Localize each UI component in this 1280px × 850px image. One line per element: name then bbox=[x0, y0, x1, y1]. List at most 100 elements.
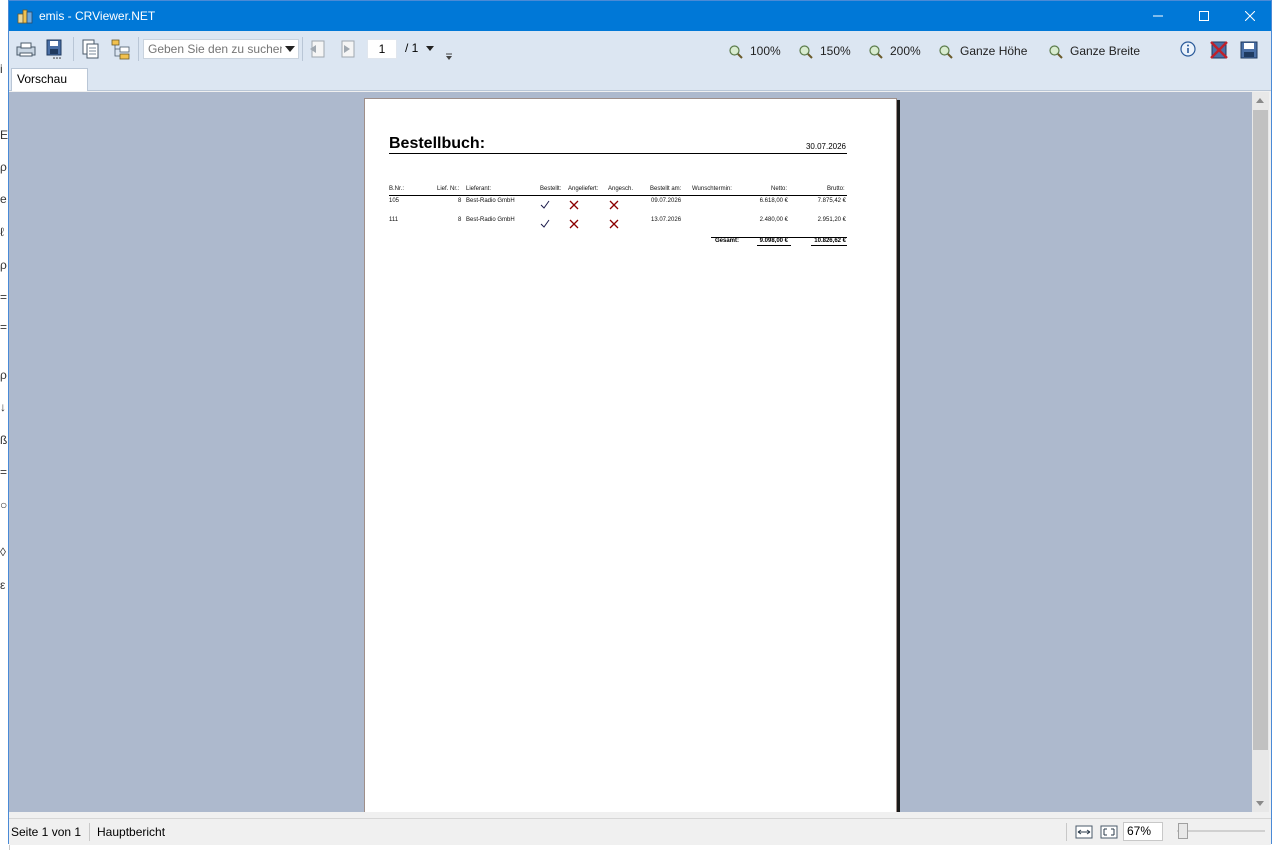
maximize-icon bbox=[1199, 11, 1209, 21]
close-icon bbox=[1245, 11, 1255, 21]
row-1-bestellt-am: 09.07.2026 bbox=[651, 198, 682, 204]
cross-icon bbox=[609, 219, 619, 229]
zoom-full-height-button[interactable]: Ganze Höhe bbox=[938, 43, 1038, 59]
check-icon bbox=[540, 200, 550, 209]
export-icon[interactable] bbox=[44, 38, 66, 60]
status-separator bbox=[89, 823, 90, 841]
scroll-down-icon[interactable] bbox=[1256, 801, 1264, 806]
zoom-full-width-label: Ganze Breite bbox=[1070, 44, 1141, 58]
group-tree-icon[interactable] bbox=[110, 38, 132, 60]
tab-strip: Vorschau bbox=[9, 68, 1271, 91]
chevron-down-icon[interactable] bbox=[285, 46, 295, 52]
zoom-slider-track[interactable] bbox=[1177, 830, 1265, 832]
save-icon[interactable] bbox=[1239, 40, 1259, 60]
printer-icon[interactable] bbox=[15, 38, 37, 60]
title-underline bbox=[389, 153, 847, 154]
page-number-input[interactable]: 1 bbox=[367, 39, 397, 59]
column-header-wunschtermin: Wunschtermin: bbox=[692, 186, 732, 192]
status-bar: Seite 1 von 1 Hauptbericht 67% bbox=[9, 818, 1271, 845]
column-header-liefnr: Lief. Nr.: bbox=[437, 186, 460, 192]
report-page: Bestellbuch: 30.07.2026 B.Nr.: Lief. Nr.… bbox=[364, 98, 897, 812]
status-separator bbox=[1066, 823, 1067, 841]
magnifier-icon bbox=[729, 45, 743, 59]
zoom-percentage-field[interactable]: 67% bbox=[1123, 822, 1163, 841]
zoom-100-label: 100% bbox=[750, 44, 781, 58]
close-report-icon[interactable] bbox=[1209, 40, 1229, 60]
search-combobox[interactable] bbox=[143, 39, 299, 59]
zoom-200-label: 200% bbox=[890, 44, 921, 58]
search-input[interactable] bbox=[144, 40, 282, 58]
row-2-netto: 2.480,00 € bbox=[759, 217, 788, 223]
toolbar-separator bbox=[73, 37, 74, 61]
close-button[interactable] bbox=[1227, 1, 1273, 31]
check-icon bbox=[540, 219, 550, 228]
column-header-bnr: B.Nr.: bbox=[389, 186, 405, 192]
scroll-up-icon[interactable] bbox=[1256, 98, 1264, 103]
row-2-bnr: 111 bbox=[389, 217, 399, 223]
column-header-brutto: Brutto: bbox=[827, 186, 845, 192]
toolbar-separator bbox=[138, 37, 139, 61]
row-2-lieferant: Best-Radio GmbH bbox=[466, 217, 515, 223]
column-header-angeliefert: Angeliefert: bbox=[568, 186, 599, 192]
fit-width-icon[interactable] bbox=[1075, 824, 1093, 840]
minimize-icon bbox=[1153, 15, 1163, 17]
toolbar-separator bbox=[302, 37, 303, 61]
report-name: Hauptbericht bbox=[97, 825, 166, 839]
info-icon[interactable] bbox=[1179, 40, 1197, 58]
zoom-full-width-button[interactable]: Ganze Breite bbox=[1048, 43, 1152, 59]
copy-icon[interactable] bbox=[80, 38, 102, 60]
page-total-label: / 1 bbox=[405, 41, 419, 55]
row-2-liefnr: 8 bbox=[458, 217, 462, 223]
scroll-thumb[interactable] bbox=[1253, 110, 1268, 750]
maximize-button[interactable] bbox=[1181, 1, 1227, 31]
total-netto-underline bbox=[757, 245, 791, 246]
row-1-netto: 6.618,00 € bbox=[759, 198, 788, 204]
row-1-liefnr: 8 bbox=[458, 198, 462, 204]
title-bar: emis - CRViewer.NET bbox=[9, 1, 1271, 31]
column-header-netto: Netto: bbox=[771, 186, 788, 192]
column-header-angesch: Angesch. bbox=[608, 186, 634, 192]
tab-vorschau[interactable]: Vorschau bbox=[11, 68, 88, 91]
header-underline bbox=[389, 195, 847, 196]
fit-page-icon[interactable] bbox=[1100, 824, 1118, 840]
crviewer-window: emis - CRViewer.NET Geben Sie den zu suc… bbox=[8, 0, 1272, 845]
zoom-150-label: 150% bbox=[820, 44, 851, 58]
zoom-slider-thumb[interactable] bbox=[1178, 823, 1188, 839]
magnifier-icon bbox=[939, 45, 953, 59]
vertical-scrollbar[interactable] bbox=[1252, 92, 1269, 812]
report-viewer[interactable]: Bestellbuch: 30.07.2026 B.Nr.: Lief. Nr.… bbox=[9, 92, 1252, 812]
column-header-bestellt: Bestellt: bbox=[540, 186, 562, 192]
report-date: 30.07.2026 bbox=[805, 142, 846, 151]
report-title: Bestellbuch: bbox=[389, 135, 486, 152]
column-header-lieferant: Lieferant: bbox=[466, 186, 492, 192]
zoom-100-button[interactable]: 100% bbox=[728, 43, 788, 59]
toolbar: 1 / 1 100% 150% 200% bbox=[9, 31, 1271, 68]
row-1-lieferant: Best-Radio GmbH bbox=[466, 198, 515, 204]
magnifier-icon bbox=[1049, 45, 1063, 59]
total-label: Gesamt: bbox=[715, 238, 740, 244]
magnifier-icon bbox=[799, 45, 813, 59]
row-1-bnr: 105 bbox=[389, 198, 400, 204]
zoom-200-button[interactable]: 200% bbox=[868, 43, 928, 59]
row-2-brutto: 2.951,20 € bbox=[817, 217, 846, 223]
window-title: emis - CRViewer.NET bbox=[39, 9, 156, 23]
toolbar-overflow-icon[interactable] bbox=[445, 53, 453, 61]
row-1-brutto: 7.875,42 € bbox=[817, 198, 846, 204]
total-netto: 9.098,00 € bbox=[759, 238, 788, 244]
zoom-full-height-label: Ganze Höhe bbox=[960, 44, 1028, 58]
app-icon bbox=[17, 9, 33, 24]
cross-icon bbox=[569, 200, 579, 210]
minimize-button[interactable] bbox=[1135, 1, 1181, 31]
column-header-bestellt-am: Bestellt am: bbox=[650, 186, 682, 192]
cross-icon bbox=[609, 200, 619, 210]
total-brutto-underline bbox=[811, 245, 847, 246]
next-page-icon[interactable] bbox=[337, 38, 359, 60]
zoom-150-button[interactable]: 150% bbox=[798, 43, 858, 59]
row-2-bestellt-am: 13.07.2026 bbox=[651, 217, 682, 223]
total-brutto: 10.826,62 € bbox=[814, 238, 846, 244]
page-info: Seite 1 von 1 bbox=[11, 825, 82, 839]
cross-icon bbox=[569, 219, 579, 229]
first-page-icon[interactable] bbox=[307, 38, 329, 60]
magnifier-icon bbox=[869, 45, 883, 59]
chevron-down-icon[interactable] bbox=[426, 46, 434, 51]
